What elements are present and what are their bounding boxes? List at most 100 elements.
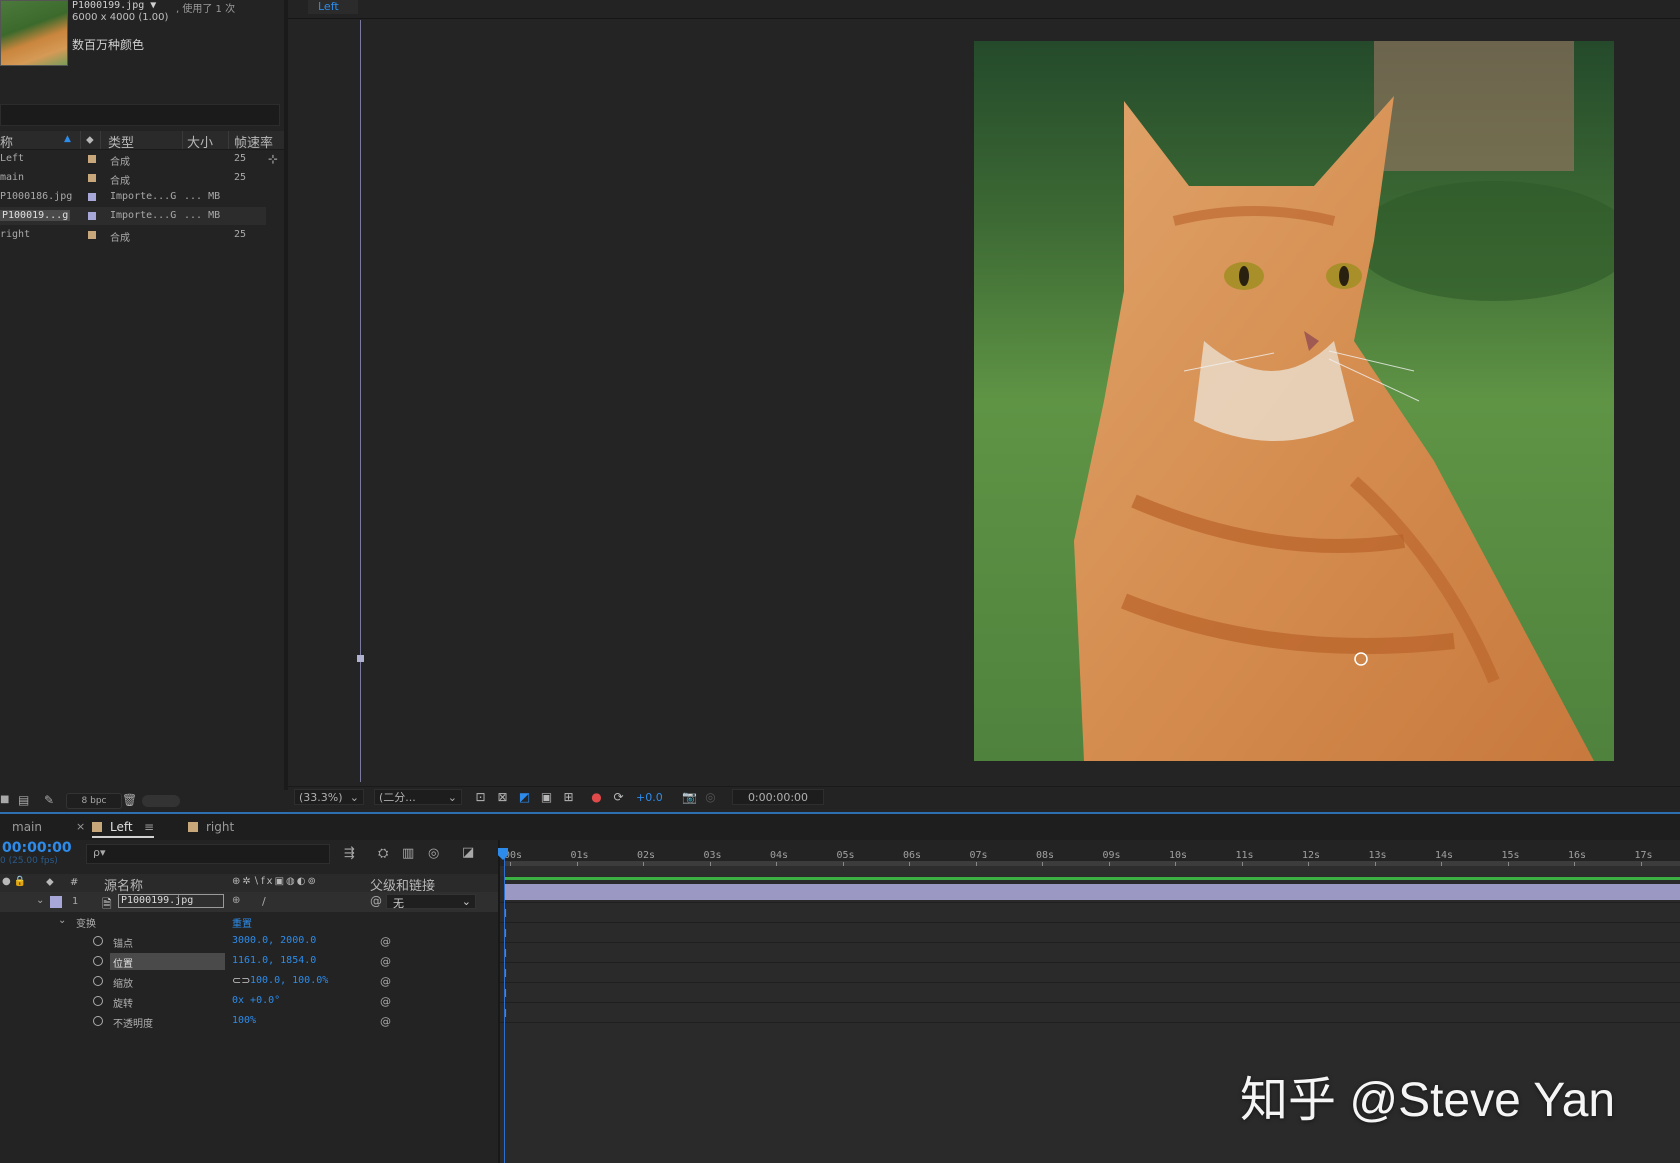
project-search-input[interactable] <box>0 104 280 126</box>
expression-pickwhip-icon[interactable]: @ <box>380 995 391 1008</box>
interpret-footage-icon[interactable]: ■ <box>0 794 9 805</box>
viewer-tab-left[interactable]: Left <box>308 0 358 14</box>
layer-name[interactable]: P1000199.jpg <box>118 894 224 908</box>
property-value[interactable]: 0x +0.0° <box>232 995 280 1006</box>
parent-dropdown[interactable]: 无 ⌄ <box>386 894 476 910</box>
reset-exposure-icon[interactable]: ⟳ <box>612 791 625 803</box>
zoom-dropdown[interactable]: (33.3%) ⌄ <box>294 789 364 805</box>
resolution-dropdown[interactable]: (二分... ⌄ <box>374 789 462 805</box>
label-swatch[interactable] <box>88 212 96 220</box>
transform-reset-link[interactable]: 重置 <box>232 915 252 930</box>
grid-guides-icon[interactable]: ⊞ <box>562 791 575 803</box>
transparency-grid-icon[interactable]: ⊠ <box>496 791 509 803</box>
color-channels-icon[interactable]: ● <box>590 791 603 803</box>
label-swatch[interactable] <box>88 155 96 163</box>
property-row[interactable]: 锚点 3000.0, 2000.0 @ <box>0 932 498 952</box>
label-swatch[interactable] <box>88 174 96 182</box>
expression-pickwhip-icon[interactable]: @ <box>380 955 391 968</box>
transform-group[interactable]: ⌄ 变换 重置 <box>0 912 498 932</box>
region-of-interest-icon[interactable]: ▣ <box>540 791 553 803</box>
constrain-proportions-icon[interactable]: ⊂⊃ <box>232 974 250 987</box>
property-row[interactable]: 旋转 0x +0.0° @ <box>0 992 498 1012</box>
fast-previews-icon[interactable]: ⊡ <box>474 791 487 803</box>
exposure-value[interactable]: +0.0 <box>636 791 663 804</box>
motion-blur-icon[interactable]: ◎ <box>428 846 439 861</box>
layer-switches-icons[interactable]: ⊕✲∖fx▣◍◐⊚ <box>232 876 318 887</box>
stopwatch-icon[interactable] <box>93 956 103 966</box>
mask-visibility-icon[interactable]: ◩ <box>518 791 531 803</box>
label-swatch[interactable] <box>88 193 96 201</box>
viewer-timecode[interactable]: 0:00:00:00 <box>732 789 824 805</box>
project-item[interactable]: main 合成 25 <box>0 169 266 187</box>
property-value[interactable]: 100% <box>232 1015 256 1026</box>
quality-switch-icon[interactable]: / <box>262 895 266 908</box>
current-time-display[interactable]: 00:00:00 <box>2 840 72 856</box>
timeline-tab-right[interactable]: right <box>188 820 234 834</box>
shy-layers-icon[interactable]: ⛭ <box>378 846 388 861</box>
property-value[interactable]: 100.0, 100.0% <box>250 975 328 986</box>
bit-depth-button[interactable]: 8 bpc <box>66 793 122 809</box>
thumb-dimensions: 6000 x 4000 (1.00) <box>72 12 169 23</box>
stopwatch-icon[interactable] <box>93 936 103 946</box>
stopwatch-icon[interactable] <box>93 976 103 986</box>
playhead-line[interactable] <box>504 848 505 1163</box>
property-label: 不透明度 <box>113 1019 153 1030</box>
sort-asc-icon[interactable]: ▲ <box>64 134 71 144</box>
trash-icon[interactable]: 🗑 <box>122 793 137 807</box>
flowchart-icon[interactable]: ⊹ <box>268 152 278 166</box>
layer-color-swatch[interactable] <box>50 896 62 908</box>
chevron-down-icon: ⌄ <box>349 791 359 804</box>
stopwatch-icon[interactable] <box>93 1016 103 1026</box>
timeline-tab-left[interactable]: Left <box>92 820 133 834</box>
frame-blending-icon[interactable]: ▥ <box>402 846 414 861</box>
panel-menu-icon[interactable]: ≡ <box>144 820 154 834</box>
close-tab-icon[interactable]: × <box>76 820 85 833</box>
new-composition-icon[interactable]: ✎ <box>44 793 54 807</box>
expression-pickwhip-icon[interactable]: @ <box>380 935 391 948</box>
show-snapshot-icon[interactable]: ◎ <box>704 791 717 803</box>
av-features-icon[interactable]: ● 🔒 <box>2 876 26 887</box>
thumbnail-slider[interactable] <box>142 795 180 807</box>
watermark-text: 知乎 @Steve Yan <box>1240 1074 1616 1127</box>
graph-editor-icon[interactable]: ◪ <box>462 845 474 860</box>
property-row[interactable]: 缩放 ⊂⊃ 100.0, 100.0% @ <box>0 972 498 992</box>
col-type[interactable]: 类型 <box>108 132 134 151</box>
col-size[interactable]: 大小 <box>187 132 213 151</box>
composition-flowchart-icon[interactable]: ⇶ <box>344 846 355 861</box>
new-folder-icon[interactable]: ▤ <box>18 793 29 807</box>
project-item[interactable]: right 合成 25 <box>0 226 266 244</box>
layer-search-input[interactable]: ρ▾ <box>86 844 330 864</box>
layer-row[interactable]: ⌄ 1 🗎 P1000199.jpg ⊕ / @ 无 ⌄ <box>0 892 498 912</box>
tab-label: Left <box>110 820 133 834</box>
property-row[interactable]: 不透明度 100% @ <box>0 1012 498 1032</box>
tab-label: main <box>12 820 42 834</box>
thumb-filename[interactable]: P1000199.jpg ▼ <box>72 0 156 11</box>
project-item-selected[interactable]: P100019...g Importe...G ... MB <box>0 207 266 225</box>
timeline-tab-main[interactable]: main <box>12 820 42 834</box>
property-value[interactable]: 1161.0, 1854.0 <box>232 955 316 966</box>
chevron-down-icon[interactable]: ⌄ <box>58 915 66 926</box>
expression-pickwhip-icon[interactable]: @ <box>380 975 391 988</box>
stopwatch-icon[interactable] <box>93 996 103 1006</box>
label-tag-icon[interactable]: ⬥ <box>86 133 94 147</box>
time-ruler[interactable]: 00s 01s 02s 03s 04s 05s 06s 07s 08s 09s 10s 11s 12s 1… <box>500 840 1680 866</box>
property-value[interactable]: 3000.0, 2000.0 <box>232 935 316 946</box>
layer-duration-bar[interactable] <box>504 884 1680 900</box>
label-swatch[interactable] <box>88 231 96 239</box>
row-divider <box>500 1022 1680 1023</box>
shy-switch-icon[interactable]: ⊕ <box>232 895 240 906</box>
property-row-selected[interactable]: 位置 1161.0, 1854.0 @ <box>0 952 498 972</box>
project-item-name: main <box>0 172 25 183</box>
col-fps[interactable]: 帧速率 <box>234 132 273 151</box>
project-item-type: 合成 <box>110 157 130 168</box>
cat-photo-layer[interactable] <box>974 41 1614 761</box>
motion-path-handle[interactable] <box>357 655 364 662</box>
pick-whip-icon[interactable]: @ <box>370 894 382 908</box>
project-item[interactable]: P1000186.jpg Importe...G ... MB <box>0 188 266 206</box>
camera-snapshot-icon[interactable]: 📷 <box>682 791 697 803</box>
label-tag-icon[interactable]: ⬥ <box>46 875 54 889</box>
col-name[interactable]: 称 <box>0 132 13 151</box>
chevron-down-icon[interactable]: ⌄ <box>36 895 44 906</box>
project-item[interactable]: Left 合成 25 <box>0 150 266 168</box>
expression-pickwhip-icon[interactable]: @ <box>380 1015 391 1028</box>
